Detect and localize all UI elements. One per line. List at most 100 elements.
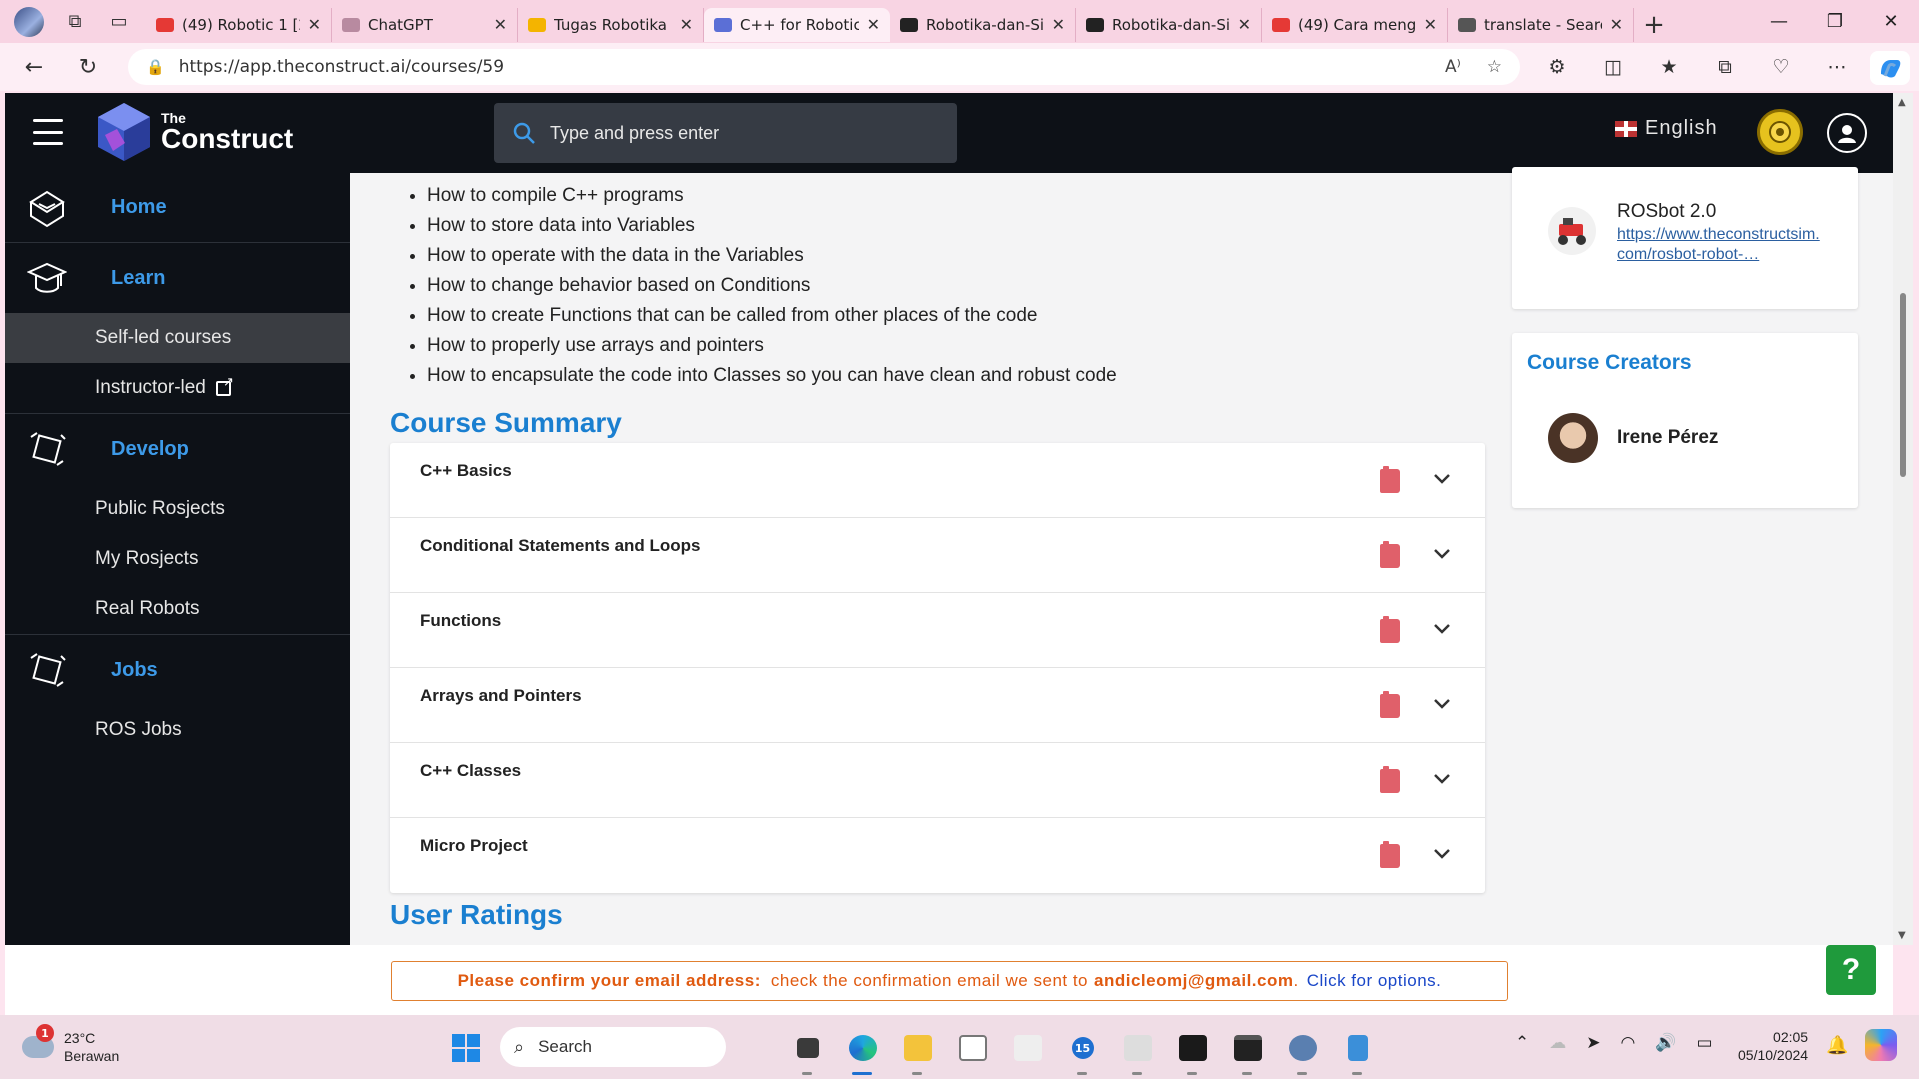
workspaces-icon[interactable]: ⧉ [62,9,88,35]
lock-icon[interactable]: 🔒 [146,58,165,76]
sidebar-item-ros-jobs[interactable]: ROS Jobs [5,705,350,755]
unit-row-micro-project[interactable]: Micro Project [390,818,1485,893]
robot-link[interactable]: https://www.theconstructsim.com/rosbot-r… [1617,225,1822,265]
user-profile-icon[interactable] [1827,113,1867,153]
minimize-button[interactable]: — [1751,0,1807,43]
close-tab-icon[interactable]: ✕ [867,15,880,34]
restore-button[interactable]: ❐ [1807,0,1863,43]
volume-icon[interactable]: 🔊 [1655,1033,1676,1053]
close-tab-icon[interactable]: ✕ [1052,15,1065,34]
new-tab-button[interactable]: + [1634,8,1674,42]
close-tab-icon[interactable]: ✕ [308,15,321,34]
site-logo[interactable]: The Construct [95,101,293,163]
chevron-down-icon[interactable] [1430,842,1454,866]
sidebar-item-develop[interactable]: Develop [5,414,350,484]
close-window-button[interactable]: ✕ [1863,0,1919,43]
edge-browser-icon[interactable] [835,1027,890,1075]
email-options-link[interactable]: Click for options. [1307,971,1442,991]
site-search[interactable] [494,103,957,163]
tray-overflow-icon[interactable]: ⌃ [1515,1033,1529,1053]
browser-tab[interactable]: Robotika-dan-Si ✕ [1076,7,1262,42]
browser-essentials-icon[interactable]: ♡ [1764,49,1798,85]
unit-row-cpp-classes[interactable]: C++ Classes [390,743,1485,818]
extensions-icon[interactable]: ⚙ [1540,49,1574,85]
reload-button[interactable]: ↻ [68,47,108,87]
unit-row-conditional-statements[interactable]: Conditional Statements and Loops [390,518,1485,593]
favorite-star-icon[interactable]: ☆ [1487,57,1502,77]
taskbar-search[interactable]: ⌕ Search [500,1027,726,1067]
close-tab-icon[interactable]: ✕ [1238,15,1251,34]
back-button[interactable]: ← [14,47,54,87]
close-tab-icon[interactable]: ✕ [680,15,693,34]
unit-title: Functions [420,611,502,630]
search-input[interactable] [550,122,930,144]
sidebar-item-instructor-led[interactable]: Instructor-led [5,363,350,413]
creator-avatar[interactable] [1548,413,1598,463]
scroll-up-arrow-icon[interactable]: ▲ [1898,97,1906,108]
close-tab-icon[interactable]: ✕ [1424,15,1437,34]
menu-icon[interactable] [33,119,63,145]
location-icon[interactable]: ➤ [1586,1033,1600,1053]
system-clock[interactable]: 02:05 05/10/2024 [1738,1028,1808,1064]
chevron-down-icon[interactable] [1430,467,1454,491]
sidebar-item-learn[interactable]: Learn [5,243,350,313]
copilot-icon[interactable] [1870,51,1910,85]
browser-tab[interactable]: C++ for Robotic ✕ [704,7,890,42]
url-text[interactable]: https://app.theconstruct.ai/courses/59 [179,57,1419,77]
achievement-badge-icon[interactable] [1757,109,1803,155]
notification-app-icon[interactable]: 15 [1055,1027,1110,1075]
browser-tab[interactable]: ChatGPT ✕ [332,7,518,42]
file-explorer-icon[interactable] [890,1027,945,1075]
page-scrollbar[interactable]: ▲ ▼ [1893,93,1913,945]
weather-widget[interactable]: 1 23°C Berawan [22,1024,119,1065]
windows-start-icon[interactable] [452,1034,480,1062]
course-main-content: How to compile C++ programs How to store… [390,173,1490,945]
sidebar-item-public-rosjects[interactable]: Public Rosjects [5,484,350,534]
favorites-icon[interactable]: ★ [1652,49,1686,85]
onedrive-cloud-icon[interactable]: ☁ [1549,1033,1566,1053]
store-icon[interactable] [945,1027,1000,1069]
chevron-down-icon[interactable] [1430,542,1454,566]
profile-avatar[interactable] [14,6,44,37]
wifi-icon[interactable]: ◠ [1621,1033,1636,1053]
split-screen-icon[interactable]: ◫ [1596,49,1630,85]
mail-icon[interactable] [1000,1027,1055,1069]
tab-actions-icon[interactable]: ▭ [106,9,132,35]
creator-name[interactable]: Irene Pérez [1617,427,1718,449]
app-icon[interactable] [1110,1027,1165,1075]
address-field[interactable]: 🔒 https://app.theconstruct.ai/courses/59… [128,49,1520,85]
notepad-icon[interactable] [1330,1027,1385,1075]
browser-tab[interactable]: Tugas Robotika ✕ [518,7,704,42]
browser-tab[interactable]: (49) Robotic 1 [2 ✕ [146,7,332,42]
scrollbar-thumb[interactable] [1900,293,1906,477]
read-aloud-icon[interactable]: A⁾ [1445,57,1461,77]
sidebar-item-jobs[interactable]: Jobs [5,635,350,705]
help-button[interactable]: ? [1826,945,1876,995]
task-view-icon[interactable] [780,1027,835,1075]
sidebar-item-real-robots[interactable]: Real Robots [5,584,350,634]
chevron-down-icon[interactable] [1430,767,1454,791]
sidebar-item-home[interactable]: Home [5,173,350,243]
copilot-pre-icon[interactable] [1865,1029,1897,1061]
chevron-down-icon[interactable] [1430,617,1454,641]
language-selector[interactable]: English [1615,117,1718,140]
battery-icon[interactable]: ▭ [1697,1033,1713,1053]
browser-tab[interactable]: (49) Cara mengu ✕ [1262,7,1448,42]
collections-icon[interactable]: ⧉ [1708,49,1742,85]
sidebar-item-my-rosjects[interactable]: My Rosjects [5,534,350,584]
browser-tab[interactable]: translate - Searc ✕ [1448,7,1634,42]
browser-tab[interactable]: Robotika-dan-Si ✕ [890,7,1076,42]
close-tab-icon[interactable]: ✕ [494,15,507,34]
notification-bell-icon[interactable]: 🔔 [1826,1035,1848,1056]
close-tab-icon[interactable]: ✕ [1610,15,1623,34]
chevron-down-icon[interactable] [1430,692,1454,716]
sidebar-item-self-led-courses[interactable]: Self-led courses [5,313,350,363]
unit-row-cpp-basics[interactable]: C++ Basics [390,443,1485,518]
unit-row-functions[interactable]: Functions [390,593,1485,668]
command-prompt-icon[interactable] [1220,1027,1275,1075]
more-menu-icon[interactable]: ⋯ [1820,49,1854,85]
settings-gear-icon[interactable] [1275,1027,1330,1075]
scroll-down-arrow-icon[interactable]: ▼ [1898,930,1906,941]
terminal-icon[interactable] [1165,1027,1220,1075]
unit-row-arrays-pointers[interactable]: Arrays and Pointers [390,668,1485,743]
